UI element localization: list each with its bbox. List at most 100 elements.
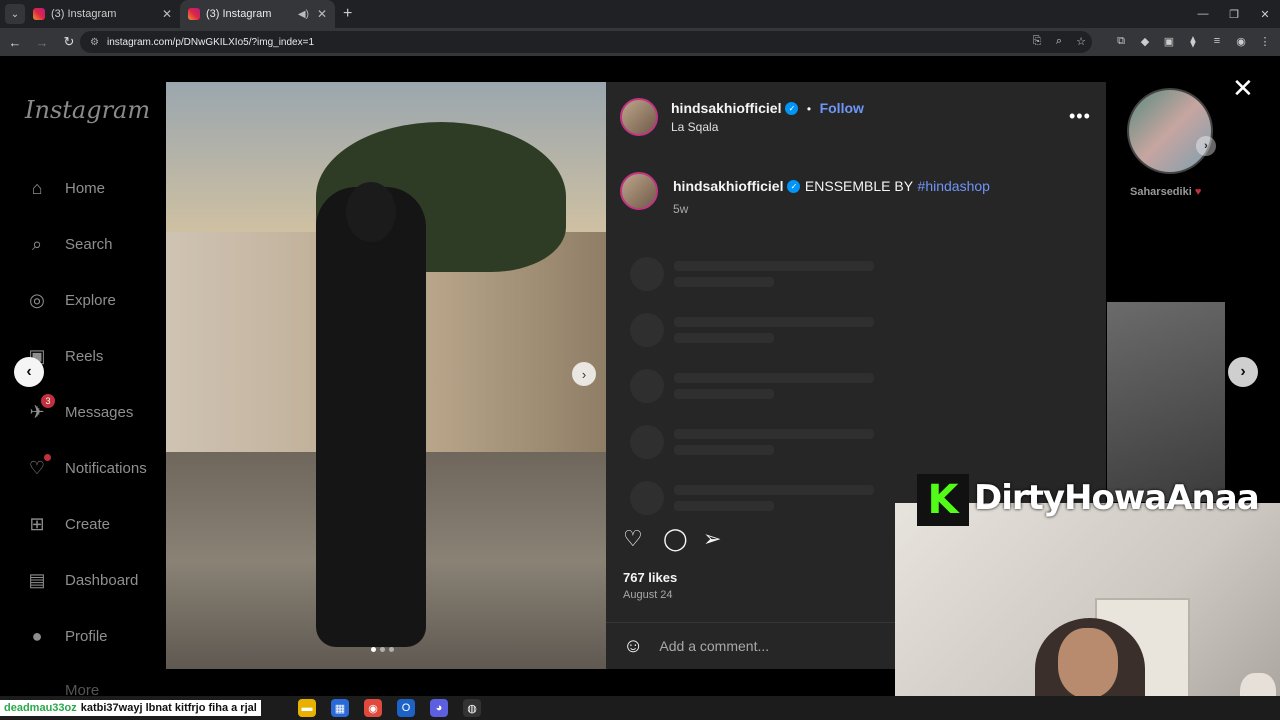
likes-count[interactable]: 767 likes: [623, 570, 677, 585]
like-heart-icon[interactable]: ♡: [623, 526, 643, 552]
caption-text: ENSSEMBLE BY: [804, 178, 914, 194]
sidebar-item-label: Profile: [65, 627, 108, 645]
browser-tab-bar: ⌄ (3) Instagram ✕ (3) Instagram ◀) ✕ + —…: [0, 0, 1280, 28]
compass-icon: ◎: [29, 289, 45, 310]
comment-input[interactable]: Add a comment...: [659, 638, 769, 654]
close-modal-button[interactable]: ✕: [1232, 73, 1254, 104]
browser-tab-1[interactable]: (3) Instagram ✕: [25, 0, 180, 28]
caption: hindsakhiofficiel ✓ ENSSEMBLE BY #hindash…: [673, 178, 990, 196]
zoom-icon[interactable]: ⌕: [1052, 35, 1066, 48]
extensions-area: ⧉ ◆ ▣ ⧫ ≡ ◉ ⋮: [1114, 35, 1272, 48]
outlook-icon[interactable]: O: [397, 699, 415, 717]
instagram-favicon-icon: [33, 8, 45, 20]
streamer-name: DirtyHowaAnaa: [974, 478, 1260, 518]
bookmark-star-icon[interactable]: ☆: [1074, 35, 1088, 48]
install-app-icon[interactable]: ⎘: [1030, 35, 1044, 48]
author-avatar[interactable]: [620, 98, 658, 136]
obs-icon[interactable]: ◍: [463, 699, 481, 717]
carousel-dots: [371, 647, 394, 652]
caption-author-avatar[interactable]: [620, 172, 658, 210]
emoji-icon[interactable]: ☺: [623, 635, 643, 658]
tab-close-icon[interactable]: ✕: [317, 7, 327, 21]
author-username[interactable]: hindsakhiofficiel: [671, 100, 781, 116]
back-button[interactable]: ←: [3, 30, 27, 54]
sidebar-item-notifications[interactable]: ♡ Notifications: [25, 454, 147, 480]
puzzle-extensions-icon[interactable]: ⧫: [1186, 35, 1200, 48]
restore-button[interactable]: ❐: [1219, 0, 1249, 28]
comment-skeleton: [630, 481, 874, 515]
tab-close-icon[interactable]: ✕: [162, 7, 172, 21]
speaker-icon[interactable]: ◀): [298, 9, 309, 20]
story-avatar[interactable]: [1127, 88, 1213, 174]
tab-search-button[interactable]: ⌄: [5, 4, 25, 24]
sidebar-item-dashboard[interactable]: ▤ Dashboard: [25, 568, 138, 592]
window-close-button[interactable]: ✕: [1250, 0, 1280, 28]
sidebar-item-search[interactable]: ⌕ Search: [25, 232, 113, 256]
chrome-icon[interactable]: ◉: [364, 699, 382, 717]
sidebar-item-create[interactable]: ⊞ Create: [25, 512, 110, 536]
chevron-right-icon[interactable]: ›: [1196, 136, 1216, 156]
instagram-logo[interactable]: Instagram: [25, 96, 150, 124]
browser-toolbar: ← → ↻ ⚙ instagram.com/p/DNwGKILXIo5/?img…: [0, 28, 1280, 56]
window-controls: — ❐ ✕: [1187, 0, 1280, 28]
new-tab-button[interactable]: +: [343, 5, 352, 23]
browser-tab-2[interactable]: (3) Instagram ◀) ✕: [180, 0, 335, 28]
carousel-dot: [371, 647, 376, 652]
carousel-dot: [389, 647, 394, 652]
file-explorer-icon[interactable]: ▬: [298, 699, 316, 717]
webcam-overlay: [895, 503, 1280, 720]
chat-ticker: deadmau33oz katbi37wayj lbnat kitfrjo fi…: [0, 700, 261, 716]
unread-badge: 3: [41, 394, 55, 408]
post-header: hindsakhiofficiel ✓ • Follow: [671, 100, 864, 118]
share-send-icon[interactable]: ➢: [703, 526, 721, 552]
sidebar-item-profile[interactable]: ● Profile: [25, 624, 108, 648]
notification-dot: [44, 454, 51, 461]
follow-button[interactable]: Follow: [820, 100, 864, 116]
dashboard-icon: ▤: [28, 569, 46, 590]
carousel-dot: [380, 647, 385, 652]
comment-bubble-icon[interactable]: ◯: [663, 526, 688, 552]
separator-dot: •: [806, 102, 812, 116]
story-username: Saharsediki ♥: [1130, 186, 1202, 198]
previous-post-button[interactable]: ‹: [14, 357, 44, 387]
next-post-preview[interactable]: [1107, 302, 1225, 502]
extension-icon[interactable]: ◆: [1138, 35, 1152, 48]
extension-icon[interactable]: ▣: [1162, 35, 1176, 48]
plus-square-icon: ⊞: [29, 513, 45, 534]
more-options-icon[interactable]: •••: [1069, 106, 1091, 127]
ticker-message: katbi37wayj lbnat kitfrjo fiha a rjal: [80, 702, 257, 714]
sidebar-item-messages[interactable]: ✈ 3 Messages: [25, 394, 133, 424]
store-icon[interactable]: ▦: [331, 699, 349, 717]
browser-menu-icon[interactable]: ⋮: [1258, 35, 1272, 48]
caption-username[interactable]: hindsakhiofficiel: [673, 178, 783, 194]
reading-list-icon[interactable]: ≡: [1210, 35, 1224, 48]
post-date: August 24: [623, 589, 673, 601]
sidebar-item-label: Search: [65, 235, 113, 253]
minimize-button[interactable]: —: [1188, 0, 1218, 28]
translate-extension-icon[interactable]: ⧉: [1114, 35, 1128, 48]
carousel-next-button[interactable]: ›: [572, 362, 596, 386]
kick-logo: K: [917, 474, 969, 526]
sidebar-item-home[interactable]: ⌂ Home: [25, 176, 105, 200]
reload-button[interactable]: ↻: [57, 30, 81, 54]
profile-icon[interactable]: ◉: [1234, 35, 1248, 48]
sidebar-item-label: Create: [65, 515, 111, 533]
image-person: [316, 187, 426, 647]
next-post-button[interactable]: ›: [1228, 357, 1258, 387]
tab-title: (3) Instagram: [51, 8, 117, 20]
post-image[interactable]: ›: [166, 82, 606, 669]
post-location[interactable]: La Sqala: [671, 120, 718, 134]
address-bar[interactable]: ⚙ instagram.com/p/DNwGKILXIo5/?img_index…: [80, 31, 1092, 53]
image-person-head: [346, 182, 396, 242]
discord-icon[interactable]: ◕: [430, 699, 448, 717]
comment-skeleton: [630, 425, 874, 459]
forward-button[interactable]: →: [30, 30, 54, 54]
search-icon: ⌕: [31, 233, 43, 254]
site-info-icon[interactable]: ⚙: [90, 37, 99, 48]
sidebar-item-explore[interactable]: ◎ Explore: [25, 288, 116, 312]
tab-title: (3) Instagram: [206, 8, 272, 20]
comment-skeleton: [630, 257, 874, 291]
caption-hashtag[interactable]: #hindashop: [918, 178, 990, 194]
comment-skeleton: [630, 313, 874, 347]
omnibox-actions: ⎘ ⌕ ☆: [1030, 35, 1088, 48]
